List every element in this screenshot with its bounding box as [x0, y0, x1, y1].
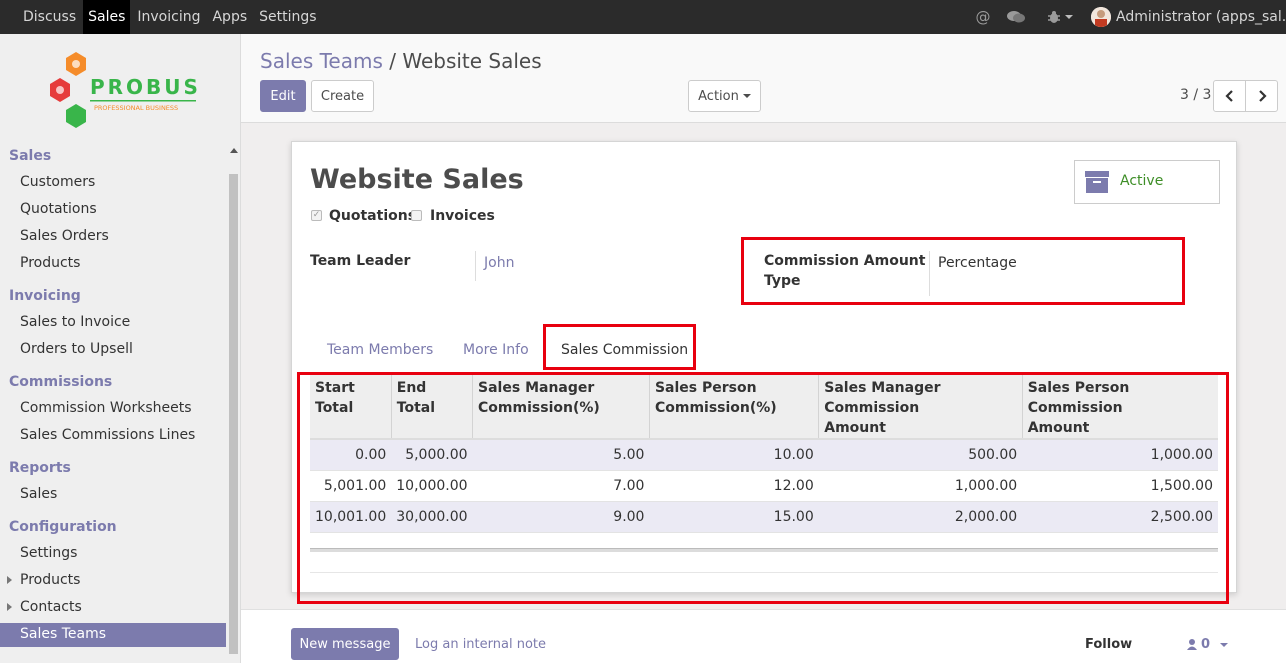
sidebar-section-reports: Reports: [9, 460, 71, 476]
field-divider: [929, 251, 930, 296]
highlight-commission-table: [297, 372, 1229, 604]
debug-bug-icon[interactable]: [1045, 10, 1075, 24]
highlight-commission-type: [741, 237, 1185, 305]
breadcrumb: Sales Teams / Website Sales: [260, 49, 542, 73]
sidebar-section-sales: Sales: [9, 148, 52, 164]
followers-dropdown[interactable]: 0: [1187, 637, 1229, 652]
pager-value: 3 / 3: [1180, 87, 1212, 103]
active-label: Active: [1120, 173, 1164, 189]
app-menu: Discuss Sales Invoicing Apps Settings: [18, 0, 324, 34]
commission-type-label-line2: Type: [764, 273, 801, 289]
quotations-checkbox-label: Quotations: [329, 208, 417, 224]
field-divider: [475, 251, 476, 281]
sidebar-section-configuration: Configuration: [9, 519, 117, 535]
menu-settings[interactable]: Settings: [254, 0, 321, 34]
record-title: Website Sales: [310, 164, 524, 195]
chevron-down-icon: [1065, 15, 1073, 19]
expand-arrow-icon[interactable]: [7, 576, 12, 584]
archive-box-icon: [1085, 171, 1109, 193]
chevron-left-icon: [1224, 90, 1233, 102]
menu-sales[interactable]: Sales: [83, 0, 131, 34]
quotations-checkbox[interactable]: ✓: [311, 210, 322, 221]
form-sheet: Website Sales ✓ Quotations Invoices Acti…: [291, 141, 1237, 604]
sidebar-item-reports-sales[interactable]: Sales: [20, 486, 57, 502]
tab-more-info[interactable]: More Info: [463, 342, 529, 358]
menu-discuss[interactable]: Discuss: [18, 0, 81, 34]
create-button[interactable]: Create: [311, 80, 374, 112]
sidebar-scrollbar[interactable]: [228, 144, 239, 663]
action-label: Action: [698, 88, 739, 104]
tab-team-members[interactable]: Team Members: [327, 342, 433, 358]
scrollbar-thumb[interactable]: [229, 174, 238, 654]
sidebar-item-sales-orders[interactable]: Sales Orders: [20, 228, 109, 244]
invoices-checkbox[interactable]: [411, 210, 422, 221]
new-message-button[interactable]: New message: [291, 628, 399, 660]
chevron-down-icon: [742, 94, 751, 98]
team-leader-label: Team Leader: [310, 253, 411, 269]
followers-count: 0: [1201, 637, 1211, 652]
menu-apps[interactable]: Apps: [207, 0, 252, 34]
sidebar-item-commission-worksheets[interactable]: Commission Worksheets: [20, 400, 192, 416]
follow-button[interactable]: Follow: [1085, 637, 1132, 652]
sidebar-item-customers[interactable]: Customers: [20, 174, 95, 190]
pager-previous-button[interactable]: [1213, 80, 1246, 112]
company-logo: PROBUSE PROFESSIONAL BUSINESS: [46, 50, 215, 130]
sidebar-item-products[interactable]: Products: [20, 255, 80, 271]
sidebar-item-orders-to-upsell[interactable]: Orders to Upsell: [20, 341, 133, 357]
breadcrumb-separator: /: [389, 49, 396, 73]
breadcrumb-current: Website Sales: [402, 49, 542, 73]
log-note-link[interactable]: Log an internal note: [415, 637, 546, 652]
sidebar: PROBUSE PROFESSIONAL BUSINESS Sales Cust…: [0, 34, 241, 663]
svg-text:PROFESSIONAL BUSINESS: PROFESSIONAL BUSINESS: [94, 104, 178, 112]
active-toggle-button[interactable]: Active: [1074, 160, 1220, 204]
commission-type-value[interactable]: Percentage: [938, 255, 1017, 271]
chevron-right-icon: [1258, 90, 1267, 102]
top-navbar: Discuss Sales Invoicing Apps Settings @ …: [0, 0, 1286, 34]
team-leader-value[interactable]: John: [484, 255, 514, 271]
at-mention-icon[interactable]: @: [973, 8, 993, 26]
highlight-sales-commission-tab: [543, 324, 696, 370]
avatar[interactable]: [1091, 7, 1111, 27]
sidebar-section-commissions: Commissions: [9, 374, 113, 390]
edit-button[interactable]: Edit: [260, 80, 306, 112]
action-dropdown[interactable]: Action: [688, 80, 761, 112]
user-menu[interactable]: Administrator (apps_sal...: [1116, 9, 1286, 25]
sidebar-item-settings[interactable]: Settings: [20, 545, 77, 561]
sidebar-item-sales-teams[interactable]: Sales Teams: [20, 626, 106, 642]
breadcrumb-parent[interactable]: Sales Teams: [260, 49, 383, 73]
svg-text:PROBUSE: PROBUSE: [90, 75, 201, 99]
sidebar-item-quotations[interactable]: Quotations: [20, 201, 97, 217]
chat-bubbles-icon[interactable]: [1005, 10, 1027, 24]
expand-arrow-icon[interactable]: [7, 603, 12, 611]
sidebar-item-contacts[interactable]: Contacts: [20, 599, 82, 615]
invoices-checkbox-label: Invoices: [430, 208, 495, 224]
commission-type-label-line1: Commission Amount: [764, 253, 926, 269]
sidebar-item-config-products[interactable]: Products: [20, 572, 80, 588]
sidebar-item-sales-commissions-lines[interactable]: Sales Commissions Lines: [20, 427, 195, 443]
chevron-down-icon: [1220, 642, 1229, 647]
sidebar-item-sales-to-invoice[interactable]: Sales to Invoice: [20, 314, 130, 330]
scroll-up-arrow-icon[interactable]: [230, 148, 238, 153]
menu-invoicing[interactable]: Invoicing: [132, 0, 205, 34]
sidebar-section-invoicing: Invoicing: [9, 288, 81, 304]
systray: @ Administrator (apps_sal...: [973, 0, 1286, 34]
pager-next-button[interactable]: [1245, 80, 1278, 112]
user-icon: [1187, 639, 1197, 650]
